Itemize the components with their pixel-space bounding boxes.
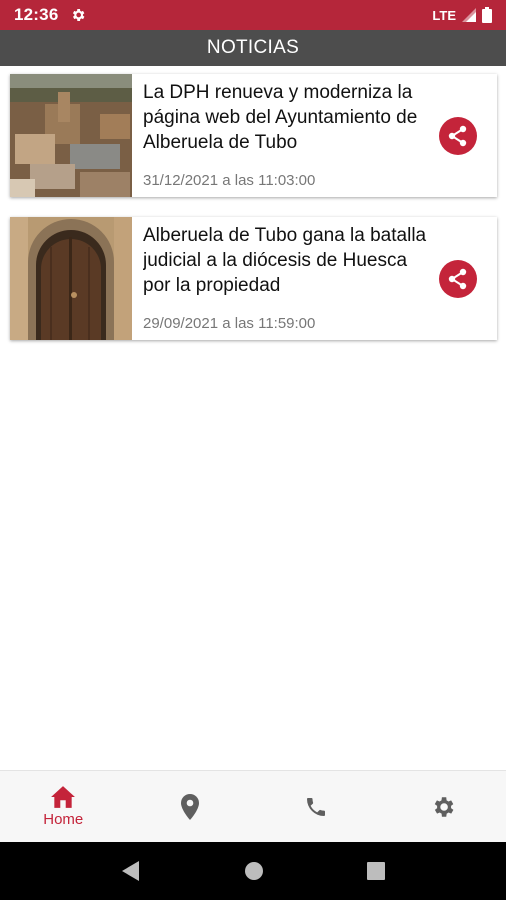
signal-icon bbox=[462, 8, 476, 22]
share-icon bbox=[448, 268, 467, 290]
share-button[interactable] bbox=[439, 260, 477, 298]
news-date: 29/09/2021 a las 11:59:00 bbox=[143, 315, 316, 332]
home-icon bbox=[51, 786, 76, 808]
system-navigation-bar bbox=[0, 842, 506, 900]
app-bar: NOTICIAS bbox=[0, 30, 506, 66]
status-bar: 12:36 LTE bbox=[0, 0, 506, 30]
wooden-arched-door-photo bbox=[10, 217, 132, 340]
news-thumbnail[interactable] bbox=[10, 217, 132, 340]
news-title[interactable]: La DPH renueva y moderniza la página web… bbox=[143, 80, 427, 155]
settings-icon bbox=[73, 9, 85, 21]
share-icon bbox=[448, 125, 467, 147]
back-icon[interactable] bbox=[121, 860, 141, 882]
recents-icon[interactable] bbox=[366, 862, 385, 880]
news-list: La DPH renueva y moderniza la página web… bbox=[10, 74, 497, 360]
share-button[interactable] bbox=[439, 117, 477, 155]
network-type: LTE bbox=[432, 7, 456, 23]
battery-icon bbox=[482, 7, 492, 23]
nav-location[interactable] bbox=[127, 771, 254, 842]
news-thumbnail[interactable] bbox=[10, 74, 132, 197]
status-indicators: LTE bbox=[432, 7, 492, 23]
home-circle-icon[interactable] bbox=[244, 861, 264, 881]
nav-home[interactable]: Home bbox=[0, 771, 127, 842]
nav-home-label: Home bbox=[43, 811, 84, 828]
aerial-village-photo bbox=[10, 74, 132, 197]
bottom-navigation: Home bbox=[0, 770, 506, 842]
settings-icon bbox=[434, 796, 454, 817]
news-card[interactable]: La DPH renueva y moderniza la página web… bbox=[10, 74, 497, 197]
news-body[interactable]: Alberuela de Tubo gana la batalla judici… bbox=[132, 217, 497, 340]
nav-phone[interactable] bbox=[253, 771, 380, 842]
page-title: NOTICIAS bbox=[206, 37, 300, 58]
news-title[interactable]: Alberuela de Tubo gana la batalla judici… bbox=[143, 223, 427, 298]
news-date: 31/12/2021 a las 11:03:00 bbox=[143, 172, 316, 189]
location-pin-icon bbox=[180, 793, 199, 820]
status-time: 12:36 bbox=[14, 5, 59, 24]
phone-icon bbox=[307, 797, 326, 816]
news-card[interactable]: Alberuela de Tubo gana la batalla judici… bbox=[10, 217, 497, 340]
nav-settings[interactable] bbox=[380, 771, 506, 842]
news-body[interactable]: La DPH renueva y moderniza la página web… bbox=[132, 74, 497, 197]
